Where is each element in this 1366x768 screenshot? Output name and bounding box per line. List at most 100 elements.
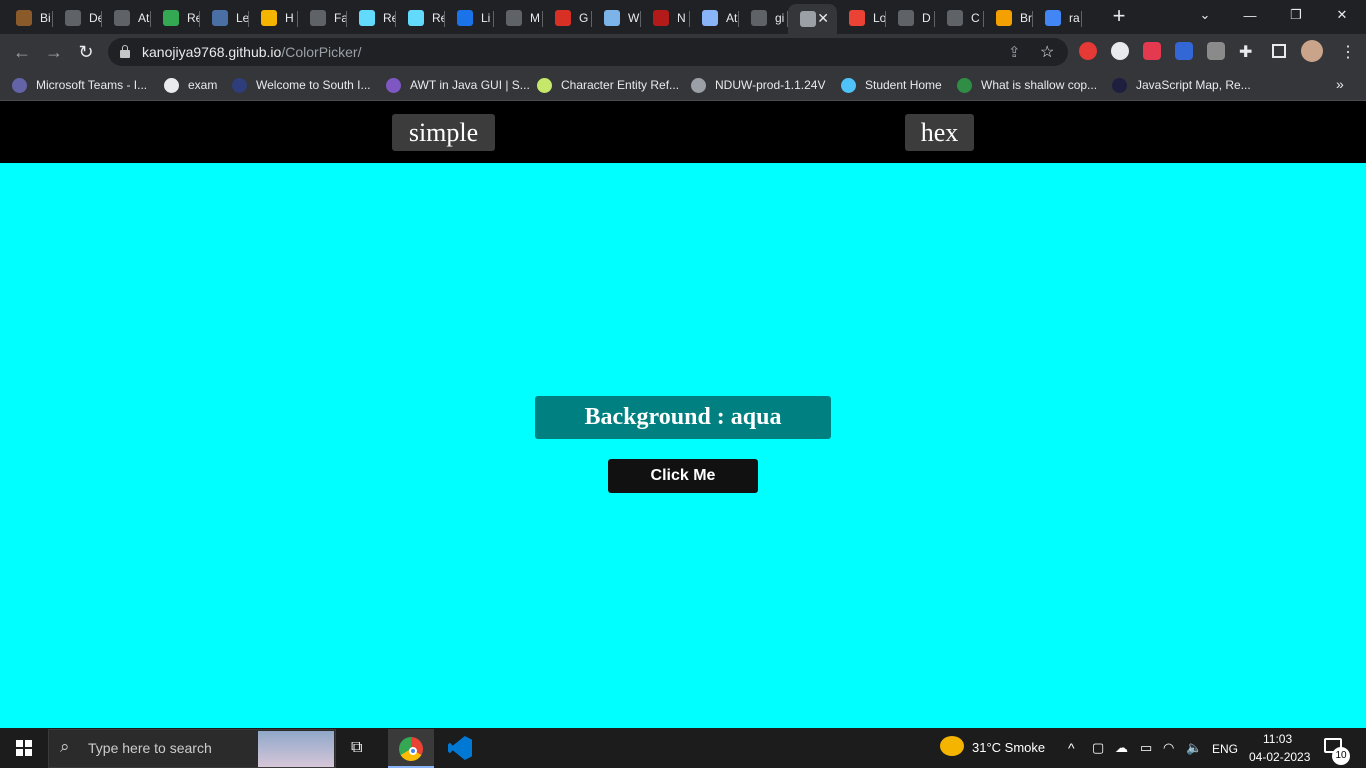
hex-mode-button[interactable]: hex (905, 114, 974, 151)
tab-label: H (285, 11, 294, 25)
tab-favicon-icon (604, 10, 620, 26)
tab-favicon-icon (653, 10, 669, 26)
tab-favicon-icon (947, 10, 963, 26)
bookmark-favicon-icon (957, 77, 972, 93)
browser-tab[interactable]: Le (200, 4, 249, 32)
side-panel-icon[interactable] (1272, 44, 1286, 58)
bookmark-favicon-icon (691, 77, 706, 93)
forward-icon[interactable]: → (42, 40, 66, 64)
bookmark-item[interactable]: NDUW-prod-1.1.24V (691, 76, 825, 94)
bookmark-label: Welcome to South I... (256, 78, 371, 92)
tab-favicon-icon (457, 10, 473, 26)
simple-mode-button[interactable]: simple (392, 114, 495, 151)
bookmark-label: Character Entity Ref... (561, 78, 680, 92)
language-indicator[interactable]: ENG (1212, 742, 1238, 756)
tab-favicon-icon (408, 10, 424, 26)
browser-tab[interactable]: Re (151, 4, 200, 32)
reload-icon[interactable]: ↻ (74, 40, 98, 64)
browser-tab[interactable]: G (543, 4, 592, 32)
browser-tab[interactable]: At (102, 4, 151, 32)
profile-avatar[interactable] (1301, 40, 1323, 62)
click-me-button[interactable]: Click Me (608, 459, 758, 493)
browser-tab[interactable]: gi (739, 4, 788, 32)
tab-search-icon[interactable]: ⌄ (1182, 0, 1228, 30)
tab-favicon-icon (555, 10, 571, 26)
browser-tab[interactable]: Lo (837, 4, 886, 32)
browser-tab[interactable]: At (690, 4, 739, 32)
close-window-button[interactable]: ✕ (1319, 0, 1365, 30)
tab-label: W (628, 11, 640, 25)
close-tab-icon[interactable]: ✕ (817, 10, 829, 27)
tab-favicon-icon (114, 10, 130, 26)
browser-tab[interactable]: Br (984, 4, 1033, 32)
tab-separator (1081, 11, 1082, 27)
bookmark-item[interactable]: AWT in Java GUI | S... (386, 76, 530, 94)
extension-add-icon[interactable] (1111, 42, 1129, 60)
browser-tab[interactable]: ra (1033, 4, 1082, 32)
notification-count-badge: 10 (1332, 747, 1350, 765)
tab-favicon-icon (996, 10, 1012, 26)
bookmark-item[interactable]: JavaScript Map, Re... (1112, 76, 1251, 94)
extension-red-icon[interactable] (1143, 42, 1161, 60)
extension-stop-icon[interactable] (1079, 42, 1097, 60)
browser-tab[interactable]: De (53, 4, 102, 32)
bookmark-item[interactable]: Character Entity Ref... (537, 76, 679, 94)
tab-favicon-icon (702, 10, 718, 26)
more-bookmarks-icon[interactable]: » (1336, 76, 1344, 92)
restore-button[interactable]: ❐ (1273, 0, 1319, 30)
browser-tab[interactable]: Bi (4, 4, 53, 32)
url-text[interactable]: kanojiya9768.github.io/ColorPicker/ (142, 44, 361, 60)
tab-label: gi (775, 11, 785, 25)
browser-tab[interactable]: Fa (298, 4, 347, 32)
back-icon[interactable]: ← (10, 40, 34, 64)
tab-label: At (726, 11, 738, 25)
volume-icon[interactable]: 🔈 (1186, 740, 1202, 756)
browser-tab[interactable]: Re (396, 4, 445, 32)
tab-label: At (138, 11, 150, 25)
share-icon[interactable]: ⇪ (1008, 43, 1021, 61)
bookmark-item[interactable]: What is shallow cop... (957, 76, 1097, 94)
new-tab-button[interactable]: + (1108, 5, 1130, 27)
clock-time[interactable]: 11:03 (1263, 732, 1292, 746)
tab-label: G (579, 11, 589, 25)
wifi-icon[interactable]: ◠ (1163, 740, 1174, 756)
tab-strip: Bi De At Re Le H Fa Re Re Li M G W N At gi ✕ Lo D C Br ra + ⌄… (0, 0, 1366, 34)
browser-tab[interactable]: W (592, 4, 641, 32)
browser-tab[interactable]: C (935, 4, 984, 32)
tab-favicon-icon (800, 11, 816, 27)
browser-tab[interactable]: H (249, 4, 298, 32)
windows-start-icon[interactable] (16, 740, 32, 756)
browser-tab[interactable]: N (641, 4, 690, 32)
battery-icon[interactable]: ▭ (1140, 740, 1152, 756)
bookmark-item[interactable]: Microsoft Teams - I... (12, 76, 147, 94)
taskbar-search-placeholder: Type here to search (88, 740, 212, 756)
lock-icon[interactable] (120, 45, 130, 58)
tab-favicon-icon (849, 10, 865, 26)
browser-tab[interactable]: Re (347, 4, 396, 32)
browser-tab[interactable]: Li (445, 4, 494, 32)
tab-label: Li (481, 11, 491, 25)
bookmark-item[interactable]: Student Home (841, 76, 942, 94)
menu-kebab-icon[interactable]: ⋮ (1340, 42, 1356, 62)
tab-active[interactable]: ✕ (788, 4, 837, 34)
browser-tab[interactable]: D (886, 4, 935, 32)
tab-favicon-icon (1045, 10, 1061, 26)
extension-video-icon[interactable] (1175, 42, 1193, 60)
minimize-button[interactable]: — (1227, 0, 1273, 30)
tab-label: Br (1020, 11, 1032, 25)
weather-text[interactable]: 31°C Smoke (972, 740, 1045, 755)
tab-favicon-icon (65, 10, 81, 26)
extensions-puzzle-icon[interactable]: ✚ (1239, 42, 1252, 62)
tab-favicon-icon (898, 10, 914, 26)
onedrive-icon[interactable]: ☁ (1115, 740, 1128, 756)
bookmark-item[interactable]: Welcome to South I... (232, 76, 371, 94)
show-hidden-icons[interactable]: ^ (1068, 740, 1075, 756)
meet-now-icon[interactable]: ▢ (1092, 740, 1104, 756)
bookmark-item[interactable]: exam (164, 76, 217, 94)
weather-icon (940, 736, 964, 756)
browser-tab[interactable]: M (494, 4, 543, 32)
task-view-icon[interactable]: ⧉ (351, 739, 362, 757)
clock-date[interactable]: 04-02-2023 (1249, 750, 1310, 764)
bookmark-star-icon[interactable]: ☆ (1040, 42, 1054, 62)
extension-grey-icon[interactable] (1207, 42, 1225, 60)
